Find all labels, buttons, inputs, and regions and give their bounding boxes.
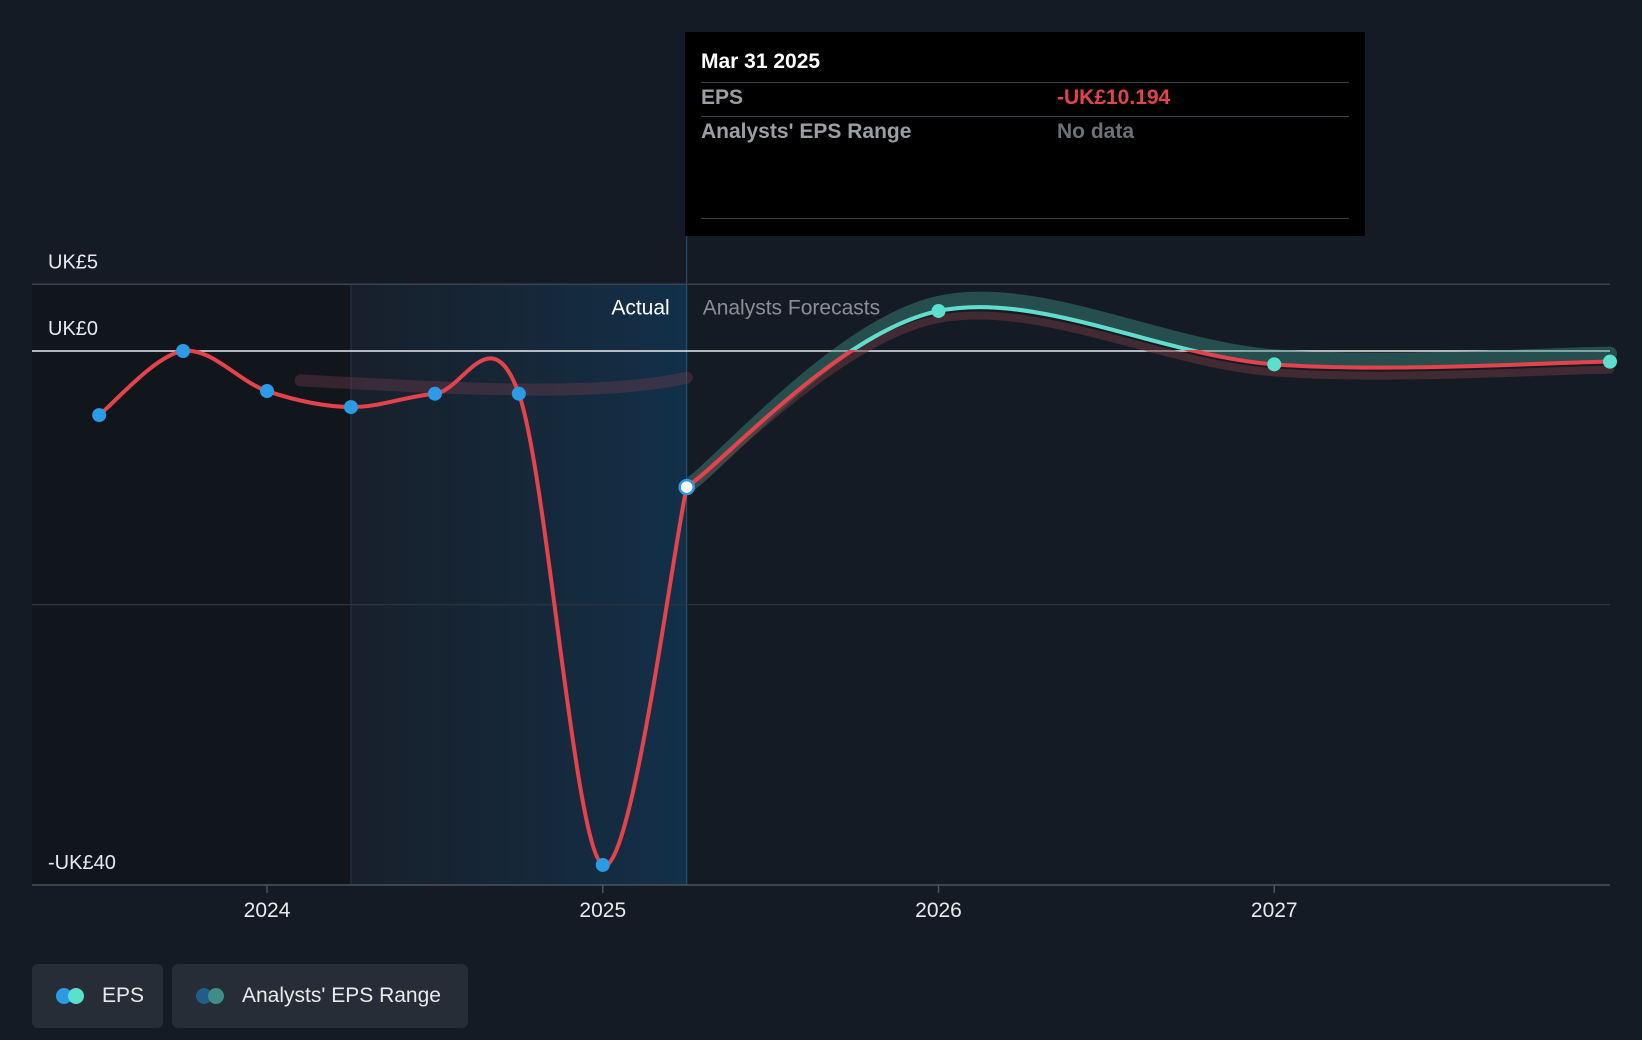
analyst-range-band	[679, 291, 1617, 495]
hover-tooltip: Mar 31 2025 EPS -UK£10.194 Analysts' EPS…	[685, 32, 1365, 236]
eps-forecast-point	[1267, 357, 1282, 372]
eps-point	[427, 386, 442, 401]
eps-point	[595, 857, 610, 872]
tooltip-divider	[701, 218, 1349, 219]
legend-eps-label: EPS	[102, 984, 145, 1007]
x-tick-label: 2027	[1251, 899, 1298, 922]
eps-point	[343, 400, 358, 415]
y-tick-label: UK£0	[48, 318, 98, 340]
y-tick-label: UK£5	[48, 251, 98, 273]
tooltip-range-value: No data	[1057, 120, 1135, 143]
x-tick-label: 2024	[244, 899, 291, 922]
eps-forecast-point	[931, 303, 946, 318]
legend-eps[interactable]: EPS	[32, 964, 163, 1028]
eps-forecast-point	[1603, 354, 1617, 369]
tooltip-divider	[701, 82, 1349, 83]
tooltip-date: Mar 31 2025	[701, 50, 821, 73]
legend-eps-range[interactable]: Analysts' EPS Range	[172, 964, 468, 1028]
tooltip-eps-label: EPS	[701, 86, 744, 109]
eps-point-highlighted	[678, 478, 695, 496]
eps-point	[176, 344, 191, 358]
tooltip-divider	[701, 116, 1349, 117]
eps-point	[511, 386, 526, 401]
actual-region	[350, 284, 687, 885]
tooltip-range-label: Analysts' EPS Range	[701, 120, 912, 143]
eps-point	[92, 408, 107, 423]
y-tick-label: -UK£40	[48, 852, 116, 874]
eps-point	[260, 384, 275, 399]
x-tick-label: 2025	[579, 899, 626, 922]
x-tick-label: 2026	[915, 899, 962, 922]
tooltip-eps-value: -UK£10.194	[1057, 86, 1171, 109]
eps-legend-icon	[56, 987, 88, 1005]
eps-range-legend-icon	[196, 987, 228, 1005]
actual-label: Actual	[611, 296, 669, 319]
legend-eps-range-label: Analysts' EPS Range	[242, 984, 441, 1007]
past-region	[32, 284, 351, 885]
forecast-label: Analysts Forecasts	[703, 296, 880, 319]
